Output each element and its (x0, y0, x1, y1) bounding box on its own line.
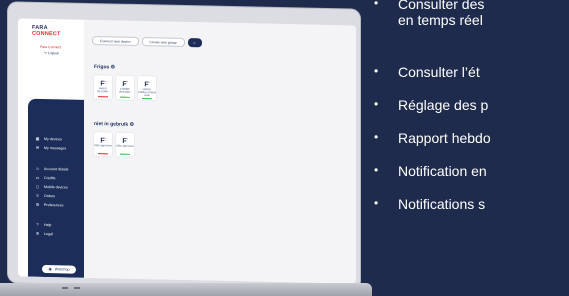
settings-icon: ⚙ (129, 121, 135, 128)
search-icon: ⌕ (193, 40, 196, 46)
device-row-frigos: F• FRIGO RESTANT F• CUISINE RESTANT F• F… (94, 75, 156, 101)
message-icon: ✉ (35, 144, 40, 150)
fara-f-icon: F• (100, 136, 106, 145)
bullet-icon: • (374, 163, 379, 177)
search-button[interactable]: ⌕ (187, 38, 202, 48)
device-row-niet-in-gebruik: F• DEM. App Demo F• DEM. App Demo (94, 132, 134, 157)
gear-icon: ✲ (35, 230, 40, 236)
status-indicator (98, 96, 108, 98)
list-icon: ≡ (36, 192, 39, 198)
user-icon: ☺ (35, 165, 40, 171)
webshop-button[interactable]: ▣ Webshop (42, 264, 76, 274)
status-indicator (98, 153, 108, 155)
fara-connect-logo: FARA CONNECT (32, 24, 61, 37)
sidebar-item-my-messages[interactable]: ✉ My messages (35, 145, 66, 151)
sidebar-item-orders[interactable]: ≡ Orders (35, 193, 55, 198)
sidebar: FARA CONNECT Fara Connect ↪ Logout ▦ My … (18, 18, 84, 278)
device-card[interactable]: F• CUISINE RESTANT (116, 75, 134, 100)
device-card[interactable]: F• FRIGO CONGELATEUR BAR (138, 75, 156, 101)
grid-icon: ▦ (35, 135, 40, 141)
feature-item: • Consulter des en temps réel (374, 0, 484, 28)
toolbar: Connect new device Create new group ⌕ (92, 36, 202, 48)
device-card[interactable]: F• FRIGO RESTANT (94, 75, 112, 100)
fara-f-icon: F• (122, 79, 128, 89)
laptop-mockup: FARA CONNECT Fara Connect ↪ Logout ▦ My … (0, 0, 372, 296)
card-icon: ▭ (35, 174, 40, 180)
sidebar-item-my-devices[interactable]: ▦ My devices (35, 136, 62, 142)
fara-f-icon: F• (144, 80, 150, 89)
sidebar-item-preferences[interactable]: ⚙ Preferences (35, 201, 64, 208)
group-title-frigos[interactable]: Frigos ⚙ (94, 64, 115, 70)
bullet-icon: • (374, 97, 379, 111)
device-card[interactable]: F• DEM. App Demo (94, 132, 112, 157)
bullet-icon: • (374, 0, 379, 10)
user-name: Fara Connect (40, 44, 62, 50)
fara-f-icon: F• (122, 136, 128, 146)
bullet-icon: • (374, 130, 379, 144)
logout-link[interactable]: ↪ Logout (44, 51, 59, 55)
question-icon: ? (36, 221, 39, 227)
connect-device-button[interactable]: Connect new device (92, 36, 139, 46)
main-content: Connect new device Create new group ⌕ Fr… (84, 19, 356, 284)
feature-item: • Réglage des p (374, 97, 489, 113)
sidebar-item-help[interactable]: ? Help (35, 222, 51, 227)
sidebar-nav: ▦ My devices ✉ My messages ☺ Account det… (28, 98, 84, 278)
sliders-icon: ⚙ (35, 201, 40, 207)
bullet-icon: • (374, 64, 379, 78)
cart-icon: ▣ (48, 267, 52, 272)
phone-icon: ▯ (36, 183, 39, 189)
settings-icon: ⚙ (110, 64, 116, 71)
feature-item: • Notification en (374, 163, 487, 179)
fara-f-icon: F• (100, 79, 106, 88)
device-card[interactable]: F• DEM. App Demo (116, 132, 134, 157)
feature-item: • Rapport hebdo (374, 130, 491, 146)
sidebar-item-mobile-devices[interactable]: ▯ Mobile devices (35, 183, 67, 190)
sidebar-item-credits[interactable]: ▭ Credits (35, 174, 56, 180)
sidebar-item-legal[interactable]: ✲ Legal (35, 231, 53, 236)
group-title-niet-in-gebruik[interactable]: niet in gebruik ⚙ (94, 121, 134, 128)
feature-item: • Consulter l’ét (374, 64, 480, 80)
app-screen: FARA CONNECT Fara Connect ↪ Logout ▦ My … (18, 18, 356, 284)
bullet-icon: • (374, 196, 379, 210)
create-group-button[interactable]: Create new group (141, 37, 185, 47)
status-indicator (120, 153, 130, 155)
sidebar-item-account-details[interactable]: ☺ Account details (35, 166, 68, 172)
status-indicator (120, 96, 130, 98)
laptop-base (0, 283, 372, 296)
feature-item: • Notifications s (374, 196, 486, 212)
